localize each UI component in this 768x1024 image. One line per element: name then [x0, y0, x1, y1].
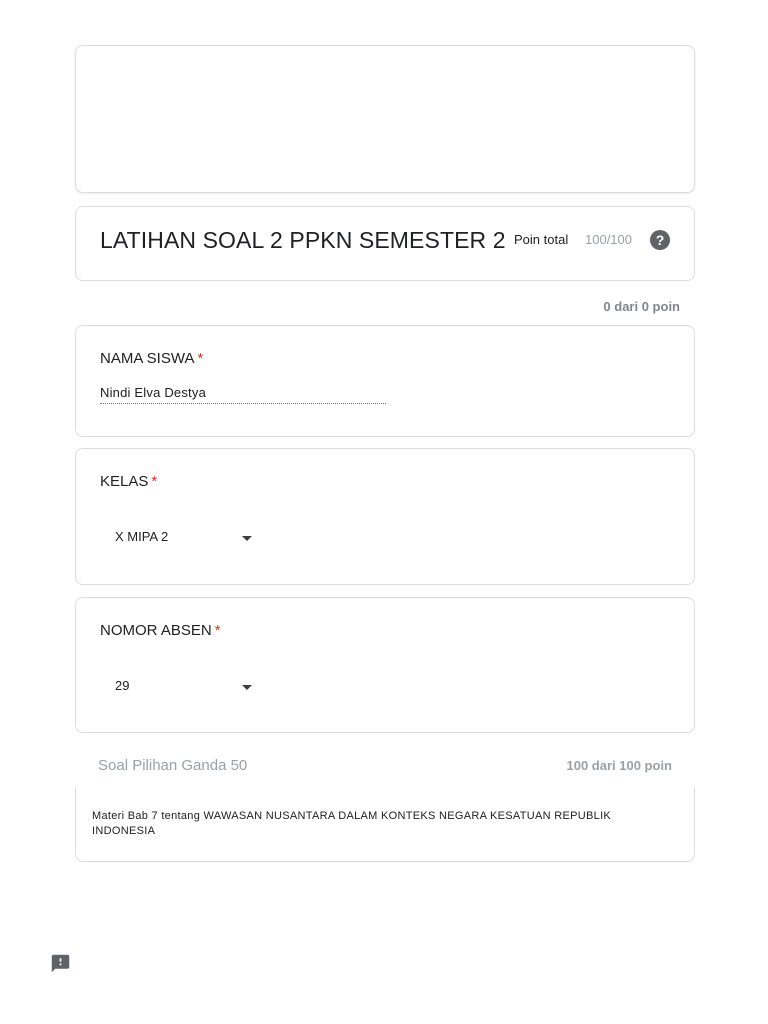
dropdown-selected-value: 29 — [115, 678, 130, 693]
section-points: 100 dari 100 poin — [566, 758, 673, 773]
question-title-text: NOMOR ABSEN — [100, 622, 212, 639]
help-icon[interactable]: ? — [650, 230, 670, 250]
question-card-kelas: KELAS * X MIPA 2 — [75, 448, 695, 585]
required-asterisk: * — [197, 350, 204, 367]
section-description: Materi Bab 7 tentang WAWASAN NUSANTARA D… — [92, 810, 612, 837]
required-asterisk: * — [151, 473, 158, 490]
question-card-nomor-absen: NOMOR ABSEN * 29 — [75, 597, 695, 733]
form-response-page: LATIHAN SOAL 2 PPKN SEMESTER 2 Poin tota… — [0, 0, 768, 1024]
question-title: NOMOR ABSEN * — [100, 622, 221, 639]
points-total-value: 100/100 — [585, 232, 632, 247]
form-title: LATIHAN SOAL 2 PPKN SEMESTER 2 — [100, 227, 506, 253]
question-title: NAMA SISWA * — [100, 350, 203, 367]
text-answer-field: Nindi Elva Destya — [100, 385, 386, 404]
score-summary: 0 dari 0 poin — [603, 299, 680, 314]
section-description-card: Materi Bab 7 tentang WAWASAN NUSANTARA D… — [75, 787, 695, 862]
question-title-text: NAMA SISWA — [100, 350, 195, 367]
kelas-dropdown[interactable]: X MIPA 2 — [100, 521, 260, 557]
form-title-card: LATIHAN SOAL 2 PPKN SEMESTER 2 Poin tota… — [75, 206, 695, 281]
required-asterisk: * — [214, 622, 221, 639]
section-title: Soal Pilihan Ganda 50 — [98, 757, 248, 774]
question-title-text: KELAS — [100, 473, 149, 490]
question-title: KELAS * — [100, 473, 157, 490]
caret-down-icon — [242, 536, 252, 541]
header-banner — [75, 45, 695, 193]
dropdown-selected-value: X MIPA 2 — [115, 529, 169, 544]
report-feedback-icon[interactable] — [50, 953, 71, 974]
question-card-nama-siswa: NAMA SISWA * Nindi Elva Destya — [75, 325, 695, 437]
nomor-absen-dropdown[interactable]: 29 — [100, 670, 260, 706]
points-total-label: Poin total — [514, 232, 569, 247]
caret-down-icon — [242, 685, 252, 690]
